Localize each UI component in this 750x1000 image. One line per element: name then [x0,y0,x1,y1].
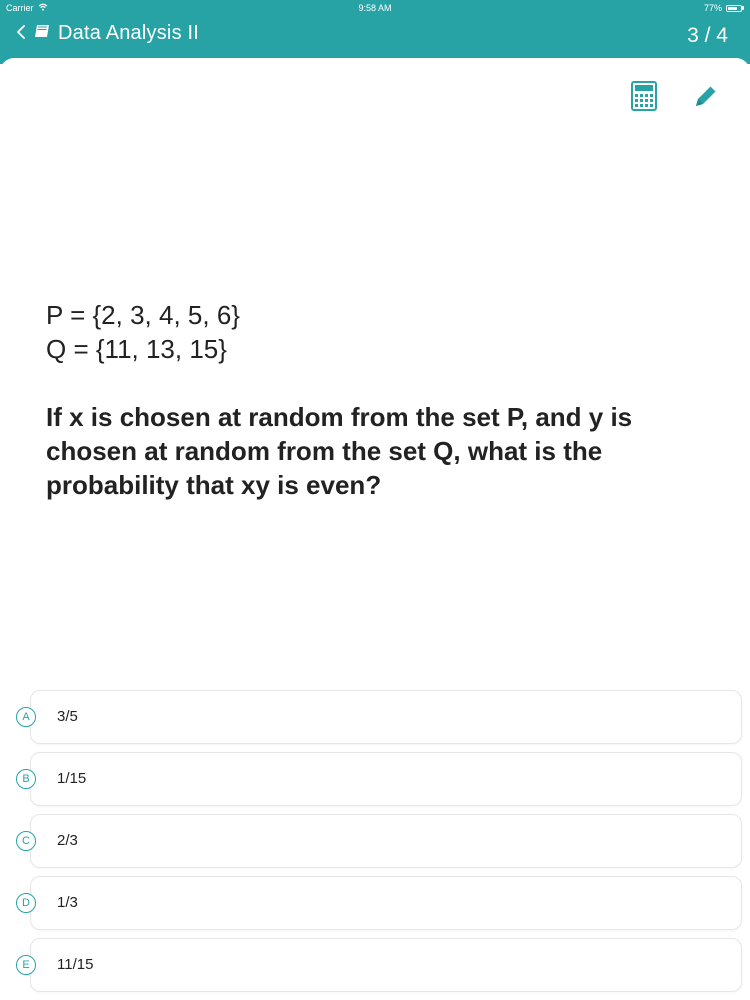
choice-letter: E [16,955,36,975]
question-progress: 3 / 4 [687,24,728,47]
pencil-icon [692,82,720,115]
answer-choice-d[interactable]: D 1/3 [16,876,742,930]
toolbar [630,80,720,116]
book-icon [34,22,52,45]
set-q: Q = {11, 13, 15} [46,334,227,364]
page-title: Data Analysis II [58,22,200,44]
chevron-left-icon [16,23,26,44]
pencil-button[interactable] [692,82,720,114]
back-button[interactable]: Data Analysis II [16,22,199,45]
battery-percent: 77% [703,3,722,13]
question-stem: If x is chosen at random from the set P,… [46,402,633,500]
question-content: P = {2, 3, 4, 5, 6} Q = {11, 13, 15} If … [46,298,686,502]
navigation-bar: Data Analysis II 3 / 4 [0,16,750,56]
answer-choice-b[interactable]: B 1/15 [16,752,742,806]
status-bar: Carrier 9:58 AM 77% [0,0,750,16]
answer-choice-c[interactable]: C 2/3 [16,814,742,868]
choice-text: 2/3 [57,832,78,849]
status-time: 9:58 AM [358,3,392,13]
set-p: P = {2, 3, 4, 5, 6} [46,300,240,330]
choice-letter: D [16,893,36,913]
header: Carrier 9:58 AM 77% Data Analysis II 3 /… [0,0,750,64]
calculator-button[interactable] [630,80,658,116]
question-sheet: P = {2, 3, 4, 5, 6} Q = {11, 13, 15} If … [0,58,750,1000]
choice-letter: B [16,769,36,789]
choice-letter: C [16,831,36,851]
answer-choice-a[interactable]: A 3/5 [16,690,742,744]
calculator-icon [631,80,657,116]
choice-letter: A [16,707,36,727]
choice-text: 11/15 [57,956,94,973]
battery-icon [726,4,744,12]
choice-text: 3/5 [57,708,78,725]
choice-text: 1/3 [57,894,78,911]
answer-choice-e[interactable]: E 11/15 [16,938,742,992]
choice-text: 1/15 [57,770,87,787]
battery-info: 77% [704,3,744,13]
